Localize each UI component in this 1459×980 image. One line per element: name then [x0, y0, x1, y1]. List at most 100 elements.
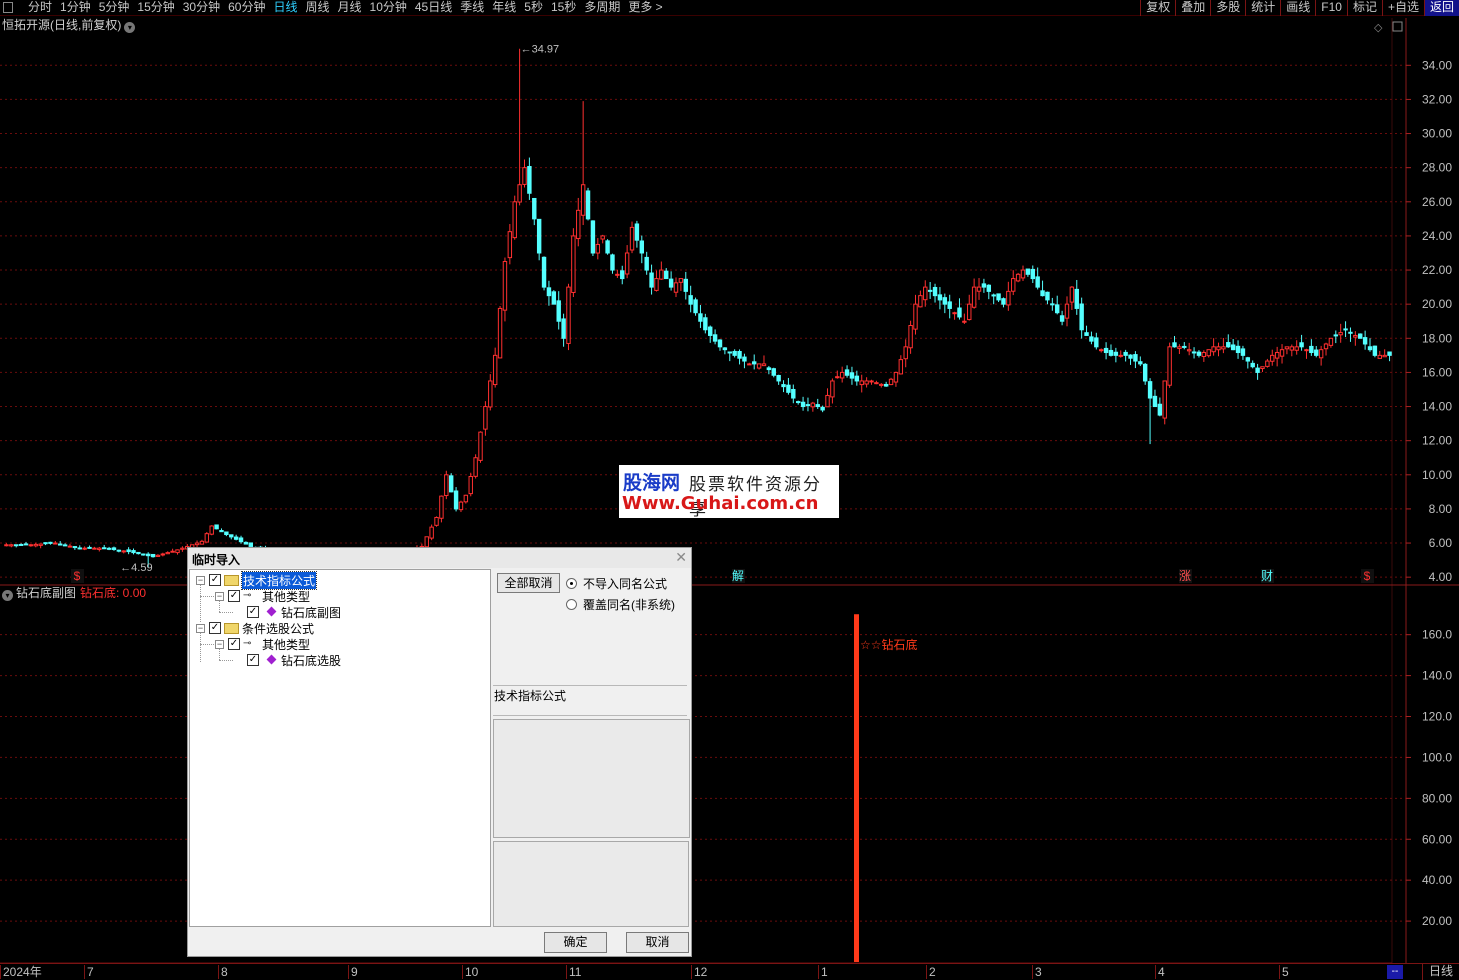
tree-node[interactable]: − ✓ 条件选股公式 [196, 620, 314, 636]
checkbox[interactable]: ✓ [209, 574, 221, 586]
event-marker-label: 财 [1261, 569, 1273, 583]
checkbox[interactable]: ✓ [209, 622, 221, 634]
y-tick-label: 24.00 [1422, 229, 1452, 243]
candle-body [942, 297, 948, 305]
diamond-icon[interactable]: ◇ [1374, 22, 1383, 34]
ok-button[interactable]: 确定 [544, 932, 607, 953]
candle-body [932, 286, 938, 297]
period-tab[interactable]: 5分钟 [95, 0, 134, 16]
tool-button[interactable]: 画线 [1280, 0, 1315, 16]
candle-body [1216, 346, 1221, 351]
candle-body [463, 494, 469, 503]
tree-connector [219, 612, 233, 613]
period-tab[interactable]: 45日线 [411, 0, 456, 16]
radio-skip-duplicates[interactable]: 不导入同名公式 [566, 575, 667, 591]
period-tab[interactable]: 季线 [456, 0, 488, 16]
panel-toggle-icon[interactable] [3, 2, 13, 13]
candle-body [839, 371, 845, 379]
tree-node[interactable]: − ✓ 技术指标公式 [196, 570, 318, 590]
radio-overwrite[interactable]: 覆盖同名(非系统) [566, 596, 675, 612]
candle-body [859, 380, 864, 386]
collapse-icon[interactable]: − [196, 623, 205, 633]
y-tick-label: 8.00 [1429, 502, 1453, 516]
cancel-button[interactable]: 取消 [626, 932, 689, 953]
period-tab[interactable]: 月线 [334, 0, 366, 16]
event-marker[interactable]: $ [1361, 569, 1374, 583]
period-tab[interactable]: 15分钟 [133, 0, 178, 16]
checkbox[interactable]: ✓ [228, 590, 240, 602]
candle-body [1230, 344, 1236, 351]
tree-node[interactable]: ✓ 钻石底副图 [234, 604, 341, 620]
candle-body [996, 293, 1001, 301]
tree-connector [200, 644, 214, 645]
candle-body [766, 367, 772, 371]
candle-body [986, 284, 992, 292]
candle-body [1255, 367, 1260, 373]
event-marker[interactable]: 财 [1261, 569, 1274, 583]
period-tab[interactable]: 分时 [24, 0, 56, 16]
tool-button[interactable]: 叠加 [1175, 0, 1210, 16]
event-marker[interactable]: 涨 [1179, 568, 1192, 583]
collapse-icon[interactable]: − [196, 575, 205, 585]
period-tab[interactable]: 15秒 [547, 0, 580, 16]
candle-body [688, 295, 693, 305]
tool-button[interactable]: 返回 [1423, 0, 1459, 16]
event-marker-label: 涨 [1179, 568, 1191, 583]
collapse-icon[interactable]: − [215, 591, 224, 601]
tree-node[interactable]: ✓ 钻石底选股 [234, 652, 341, 668]
tool-button[interactable]: 统计 [1245, 0, 1280, 16]
tool-button[interactable]: F10 [1315, 0, 1347, 16]
candle-body [33, 543, 38, 547]
tool-button[interactable]: 复权 [1140, 0, 1175, 16]
chevron-down-icon[interactable]: ▾ [2, 590, 13, 601]
period-tab[interactable]: 5秒 [520, 0, 547, 16]
candle-body [488, 380, 493, 408]
candle-body [585, 190, 591, 220]
candle-body [1245, 357, 1251, 362]
candle-body [1353, 334, 1358, 338]
period-tab[interactable]: 日线 [269, 0, 301, 16]
period-tab[interactable]: 年线 [488, 0, 520, 16]
scroll-button[interactable]: -- [1387, 965, 1403, 979]
tree-node[interactable]: − ✓ ⊸ 其他类型 [215, 636, 310, 652]
collapse-icon[interactable]: − [215, 639, 224, 649]
candle-body [1186, 349, 1192, 352]
candle-body [854, 375, 860, 382]
period-indicator[interactable]: 日线 [1421, 964, 1459, 980]
candle-body [962, 320, 967, 323]
checkbox[interactable]: ✓ [247, 654, 259, 666]
checkbox[interactable]: ✓ [228, 638, 240, 650]
period-tab[interactable]: 1分钟 [56, 0, 95, 16]
period-tab[interactable]: 周线 [301, 0, 333, 16]
y-tick-label: 40.00 [1422, 873, 1452, 887]
y-tick-label: 4.00 [1429, 570, 1453, 584]
chevron-down-icon[interactable]: ▾ [124, 22, 136, 33]
checkbox[interactable]: ✓ [247, 606, 259, 618]
candle-body [43, 542, 48, 545]
dialog-titlebar[interactable]: 临时导入 ✕ [188, 548, 691, 568]
candle-body [522, 167, 527, 185]
period-tab[interactable]: 30分钟 [179, 0, 224, 16]
candle-body [1191, 351, 1197, 354]
tree-node-label: 技术指标公式 [240, 570, 318, 590]
radio-icon[interactable] [566, 598, 577, 610]
close-icon[interactable]: ✕ [675, 549, 687, 566]
candle-body [898, 359, 904, 375]
tool-button[interactable]: +自选 [1381, 0, 1424, 16]
y-tick-label: 6.00 [1429, 536, 1453, 550]
tree-node[interactable]: − ✓ ⊸ 其他类型 [215, 588, 310, 604]
tree-connector [200, 582, 201, 622]
candle-body [141, 553, 146, 556]
event-marker[interactable]: $ [71, 569, 84, 583]
candle-body [981, 283, 987, 288]
period-tab[interactable]: 60分钟 [224, 0, 269, 16]
radio-icon[interactable] [566, 577, 577, 589]
tool-button[interactable]: 多股 [1210, 0, 1245, 16]
period-tab[interactable]: 10分钟 [366, 0, 411, 16]
event-marker[interactable]: 解 [732, 569, 745, 583]
period-tab[interactable]: 多周期 [580, 0, 624, 16]
period-tab[interactable]: 更多 > [624, 0, 666, 16]
tool-button[interactable]: 标记 [1346, 0, 1382, 16]
candle-body [1147, 381, 1153, 399]
cancel-all-button[interactable]: 全部取消 [497, 573, 560, 593]
